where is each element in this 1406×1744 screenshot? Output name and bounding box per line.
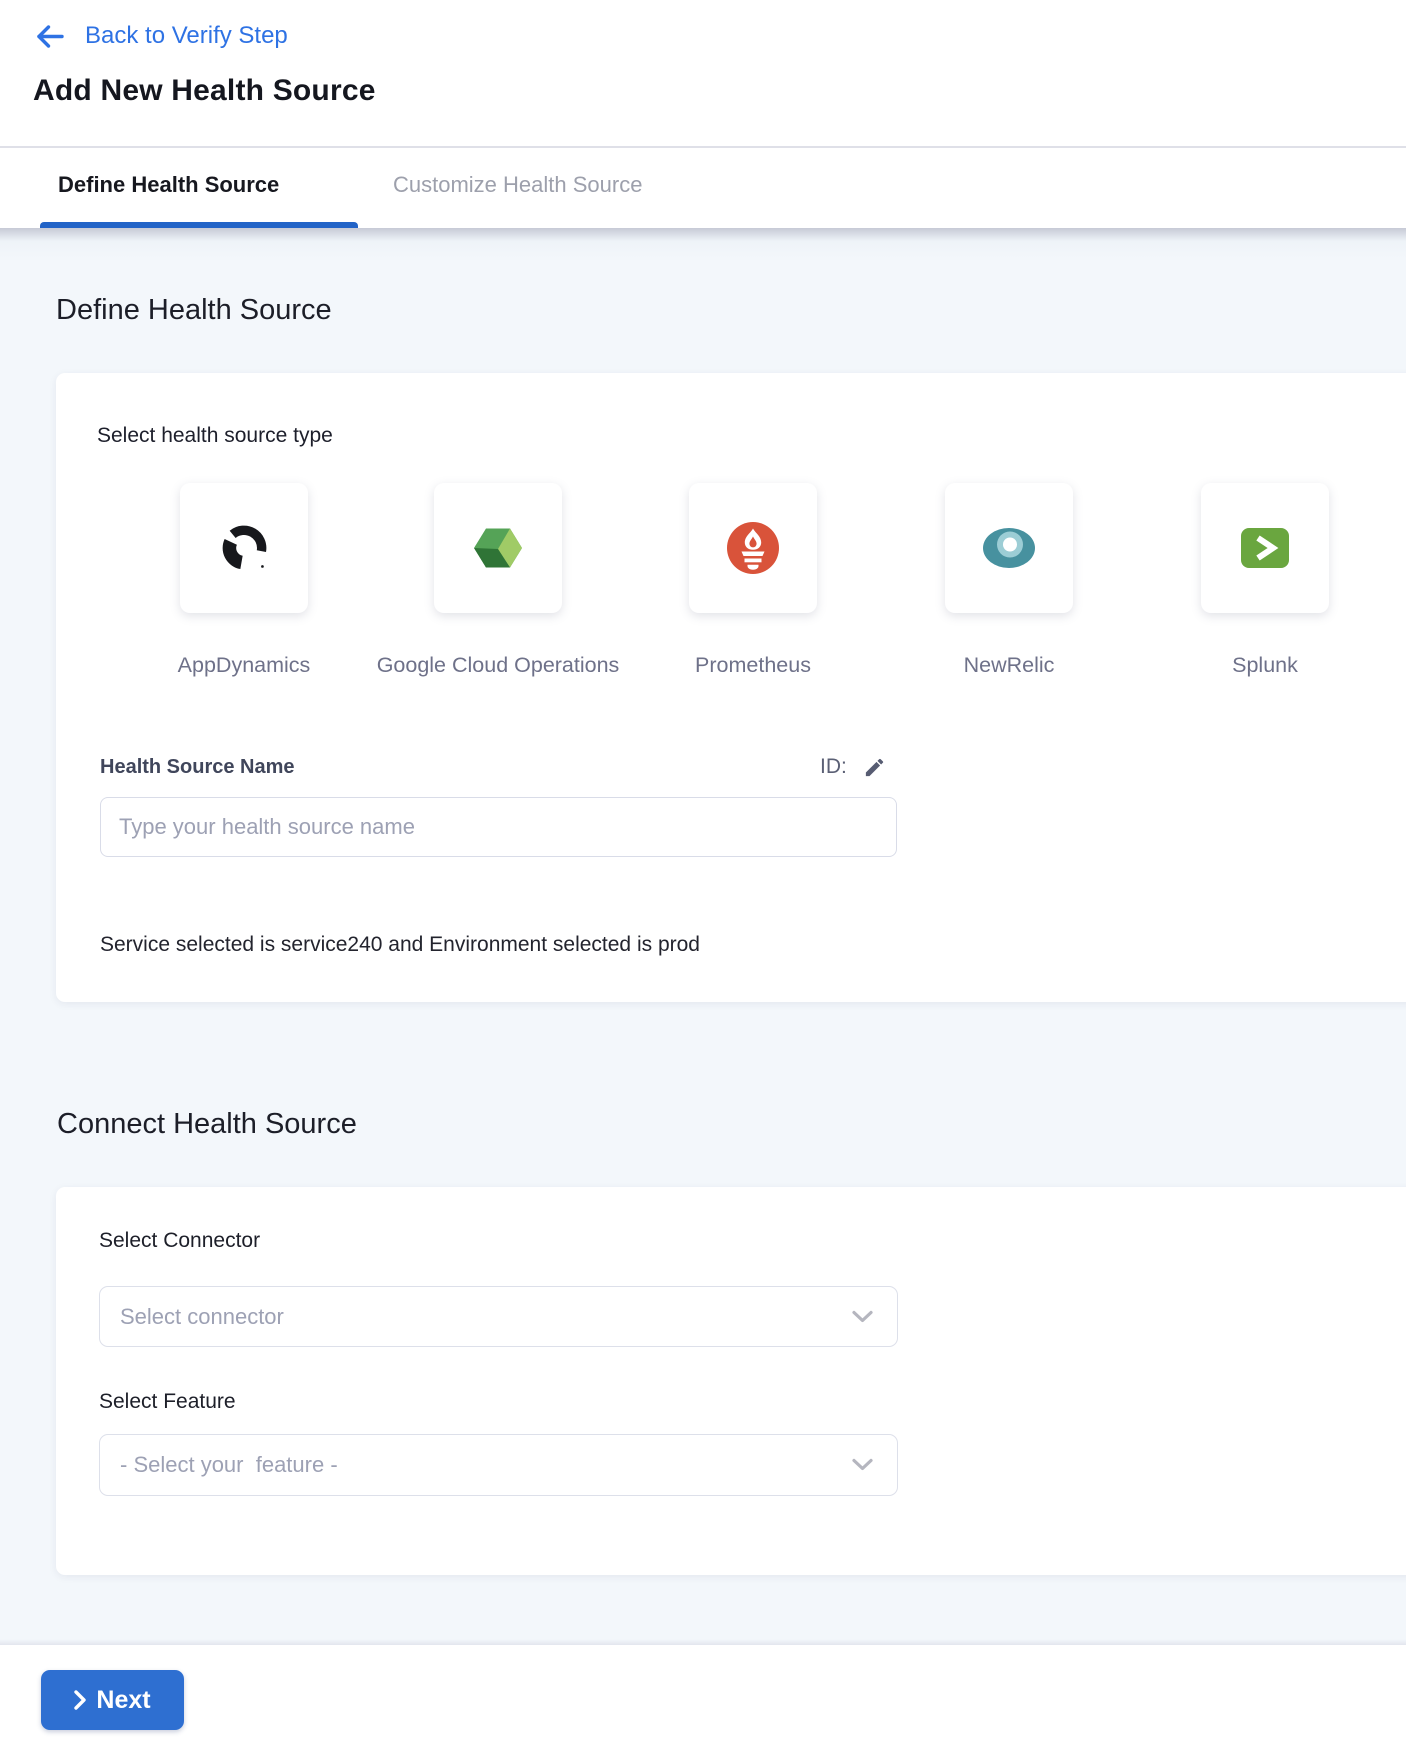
define-section-heading: Define Health Source — [56, 294, 332, 327]
service-environment-note: Service selected is service240 and Envir… — [100, 933, 700, 957]
next-button-label: Next — [96, 1686, 150, 1715]
source-label: Prometheus — [695, 653, 811, 678]
edit-pencil-icon[interactable] — [863, 756, 886, 779]
tab-customize-health-source[interactable]: Customize Health Source — [393, 172, 642, 198]
id-label: ID: — [820, 755, 847, 779]
source-label: NewRelic — [964, 653, 1055, 678]
select-connector-label: Select Connector — [99, 1229, 260, 1253]
appdynamics-icon — [219, 523, 269, 573]
define-health-source-card — [56, 373, 1406, 1002]
add-health-source-page: Back to Verify Step Add New Health Sourc… — [0, 0, 1406, 1744]
back-link[interactable]: Back to Verify Step — [34, 22, 288, 50]
newrelic-icon — [981, 526, 1037, 570]
health-source-name-input[interactable] — [100, 797, 897, 857]
source-tile-prometheus[interactable] — [689, 483, 817, 613]
health-source-name-label: Health Source Name — [100, 756, 295, 779]
tab-bar: Define Health Source Customize Health So… — [0, 148, 1406, 228]
feature-select[interactable]: - Select your feature - — [99, 1434, 898, 1496]
source-label: Splunk — [1232, 653, 1298, 678]
back-arrow-icon — [34, 23, 65, 50]
page-title: Add New Health Source — [33, 74, 376, 108]
id-row: ID: — [820, 755, 886, 779]
connector-select[interactable]: Select connector — [99, 1286, 898, 1347]
back-link-label: Back to Verify Step — [85, 22, 288, 50]
connector-select-placeholder: Select connector — [120, 1304, 284, 1330]
select-feature-label: Select Feature — [99, 1390, 236, 1414]
source-tile-appdynamics[interactable] — [180, 483, 308, 613]
splunk-icon — [1241, 528, 1289, 568]
google-cloud-operations-icon — [473, 525, 523, 571]
tab-define-health-source[interactable]: Define Health Source — [58, 172, 279, 198]
prometheus-icon — [727, 522, 779, 574]
source-tile-google-cloud-operations[interactable] — [434, 483, 562, 613]
source-label: AppDynamics — [178, 653, 311, 678]
source-tile-splunk[interactable] — [1201, 483, 1329, 613]
select-type-label: Select health source type — [97, 424, 333, 448]
source-tile-newrelic[interactable] — [945, 483, 1073, 613]
chevron-down-icon — [852, 1310, 873, 1323]
feature-select-placeholder: - Select your feature - — [120, 1452, 338, 1478]
source-label: Google Cloud Operations — [377, 653, 620, 678]
connect-section-heading: Connect Health Source — [57, 1108, 357, 1141]
next-button[interactable]: Next — [41, 1670, 184, 1730]
chevron-down-icon — [852, 1459, 873, 1472]
chevron-right-icon — [74, 1690, 86, 1710]
